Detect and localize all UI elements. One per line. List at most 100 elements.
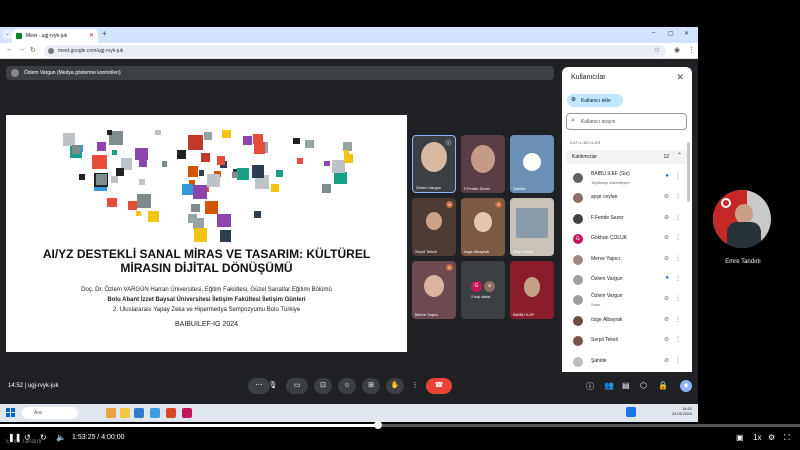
slide-decor-square <box>111 175 119 183</box>
volume-icon[interactable]: 🔈 <box>56 433 66 442</box>
participant-tile[interactable]: ⊘ Serpil Tekeli <box>412 198 456 256</box>
people-panel: Kullanıcılar ✕ ⊕ Kullanıcı ekle ⌕ Kullan… <box>562 67 692 402</box>
app-icon[interactable] <box>182 408 192 418</box>
bookmark-star-icon[interactable]: ☆ <box>654 46 660 54</box>
participant-tile[interactable]: ⊘ özge Albayrak <box>461 198 505 256</box>
more-participants-tile[interactable]: G a 2 kişi daha <box>461 261 505 319</box>
close-window-button[interactable]: ✕ <box>684 30 689 37</box>
participant-more-icon[interactable]: ⋮ <box>675 295 681 302</box>
captions-button[interactable]: ⊡ <box>314 378 332 394</box>
taskbar-search-text: Ara <box>34 410 42 416</box>
participant-tile[interactable]: BAIBU ILEF <box>510 261 554 319</box>
participants-group-header[interactable]: Katılımcılar 12 ⌃ <box>566 150 687 164</box>
store-icon[interactable] <box>150 408 160 418</box>
participant-video <box>524 277 540 297</box>
participant-row[interactable]: BAIBU ILEF (Siz) Toplantıyı düzenleyen ● ⋮ <box>566 168 687 188</box>
more-options-button[interactable]: ⋮ <box>408 378 422 394</box>
tab-close-icon[interactable]: ✕ <box>89 32 94 39</box>
settings-gear-icon[interactable]: ⚙ <box>768 433 775 442</box>
participant-row[interactable]: F.Feride Sezer ⊘ ⋮ <box>566 209 687 229</box>
camera-button[interactable]: ▭ <box>286 378 308 394</box>
add-people-button[interactable]: ⊕ Kullanıcı ekle <box>567 94 623 107</box>
slide-decor-square <box>251 165 265 178</box>
leave-call-button[interactable]: ☎ <box>426 378 452 394</box>
slide-decor-square <box>204 132 212 141</box>
new-tab-button[interactable]: + <box>102 29 107 38</box>
taskbar-search[interactable]: Ara <box>22 407 78 419</box>
playback-speed[interactable]: 1x <box>753 433 761 442</box>
maximize-button[interactable]: ▢ <box>668 30 674 37</box>
panel-title: Kullanıcılar <box>571 74 606 81</box>
site-info-icon[interactable] <box>48 48 54 54</box>
slide-decor-square <box>155 129 161 136</box>
tab-search-button[interactable]: ⌄ <box>3 30 12 39</box>
slide-symposium: 2. Uluslararası Yapay Zeka ve Hipermedya… <box>112 307 301 313</box>
participant-row[interactable]: G Gökhan ÇOLUK ⊘ ⋮ <box>566 229 687 249</box>
raise-hand-button[interactable]: ✋ <box>386 378 404 394</box>
participant-tile[interactable]: F.Feride Sezer <box>461 135 505 193</box>
video-frame: ⌄ Meet - ugj-rvyk-juk ✕ + – ▢ ✕ ← → ↻ me… <box>0 0 800 450</box>
reactions-button[interactable]: ☺ <box>338 378 356 394</box>
participant-more-icon[interactable]: ⋮ <box>675 234 681 241</box>
forward-icon[interactable]: → <box>18 46 25 53</box>
minimize-button[interactable]: – <box>652 30 655 36</box>
participant-row[interactable]: ayşe ceylan ⊘ ⋮ <box>566 188 687 208</box>
slide-decor-square <box>191 203 200 213</box>
participant-more-icon[interactable]: ⋮ <box>675 275 681 282</box>
participant-tile[interactable]: ◦ Özlem Vargun <box>412 135 456 193</box>
presenter-face <box>735 204 753 224</box>
presenting-banner[interactable]: Özlem Vargun (Medya gösterme kontrolleri… <box>6 66 554 80</box>
extensions-icon[interactable]: ◉ <box>674 46 680 54</box>
file-explorer-icon[interactable] <box>120 408 130 418</box>
back-icon[interactable]: ← <box>6 46 13 53</box>
browser-toolbar: ← → ↻ meet.google.com/ugj-rvyk-juk ☆ ◉ ⋮ <box>0 43 698 59</box>
people-search-input[interactable]: ⌕ Kullanıcı arayın <box>566 113 687 130</box>
widgets-icon[interactable] <box>106 408 116 418</box>
system-tray-clock[interactable]: 14:52 24.05.2024 <box>672 406 692 416</box>
participant-name: Şahide <box>513 186 526 191</box>
mic-off-icon: ⊘ <box>446 264 453 271</box>
participant-video <box>474 212 492 232</box>
participant-more-icon[interactable]: ⋮ <box>675 316 681 323</box>
address-bar[interactable]: meet.google.com/ugj-rvyk-juk ☆ <box>44 45 666 57</box>
mic-active-icon: ● <box>665 173 669 179</box>
participant-tile[interactable]: ⊘ Merve Yapıcı <box>412 261 456 319</box>
windows-start-icon[interactable] <box>6 408 15 417</box>
active-app-icon[interactable] <box>626 407 636 417</box>
participant-more-icon[interactable]: ⋮ <box>675 193 681 200</box>
meeting-info-icon[interactable]: ⓘ <box>586 381 594 392</box>
participant-row[interactable]: Özlem Vargun Sunu ⊘ ⋮ <box>566 290 687 310</box>
fullscreen-icon[interactable]: ⛶ <box>784 433 790 443</box>
close-panel-icon[interactable]: ✕ <box>676 72 684 83</box>
reload-icon[interactable]: ↻ <box>30 46 36 54</box>
browser-tab[interactable]: Meet - ugj-rvyk-juk ✕ <box>12 29 98 43</box>
participant-more-icon[interactable]: ⋮ <box>675 173 681 180</box>
participant-tile[interactable]: Şahide <box>510 135 554 193</box>
host-controls-icon[interactable]: 🔒 <box>658 381 668 390</box>
playback-progress-bar[interactable] <box>0 424 800 427</box>
app-icon[interactable] <box>166 408 176 418</box>
browser-menu-icon[interactable]: ⋮ <box>688 46 695 54</box>
participant-row[interactable]: Serpil Tekeli ⊘ ⋮ <box>566 331 687 351</box>
participant-more-icon[interactable]: ⋮ <box>675 255 681 262</box>
captions-icon[interactable]: ▣ <box>736 433 744 442</box>
present-button[interactable]: ⊞ <box>362 378 380 394</box>
participant-row[interactable]: Merve Yapıcı ⊘ ⋮ <box>566 250 687 270</box>
edge-icon[interactable] <box>134 408 144 418</box>
panel-scrollbar[interactable] <box>687 142 690 202</box>
chat-icon[interactable]: ▤ <box>622 381 630 390</box>
activities-icon[interactable]: ⬡ <box>640 381 647 390</box>
progress-scrubber[interactable] <box>374 421 383 429</box>
people-icon[interactable]: 👥 <box>604 381 614 390</box>
participant-tile[interactable]: Ülay Erbaş <box>510 198 554 256</box>
participant-more-icon[interactable]: ⋮ <box>675 357 681 364</box>
participant-row[interactable]: özge Albayrak ⊘ ⋮ <box>566 311 687 331</box>
participant-row[interactable]: Şahide ⊘ ⋮ <box>566 352 687 372</box>
slide-decor-square <box>177 149 187 159</box>
participant-row[interactable]: Özlem Vargun ● ⋮ <box>566 270 687 290</box>
participant-more-icon[interactable]: ⋮ <box>675 214 681 221</box>
participant-more-icon[interactable]: ⋮ <box>675 336 681 343</box>
self-avatar-icon[interactable]: ◉ <box>680 380 692 392</box>
participant-name: ayşe ceylan <box>591 194 618 201</box>
microphone-button[interactable]: 🎙 <box>266 378 280 394</box>
